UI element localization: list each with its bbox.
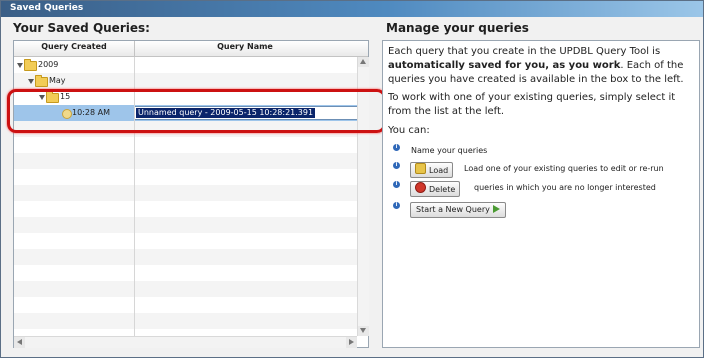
delete-button[interactable]: Delete (410, 181, 461, 197)
scroll-up-icon[interactable] (358, 57, 369, 67)
expand-triangle-icon[interactable] (28, 79, 34, 84)
you-can-label: You can: (388, 125, 430, 136)
saved-queries-heading: Your Saved Queries: (13, 21, 150, 35)
tree-row-month[interactable]: May (14, 73, 357, 89)
load-button[interactable]: Load (410, 162, 454, 178)
action-start-new: i Start a New Query (393, 202, 693, 220)
action-text-delete: queries in which you are no longer inter… (474, 183, 656, 192)
scroll-left-icon[interactable] (14, 337, 25, 348)
saved-queries-window: Saved Queries Your Saved Queries: Manage… (0, 0, 704, 358)
tree-row-year[interactable]: 2009 (14, 57, 357, 73)
table-row (14, 137, 357, 153)
info-icon: i (393, 144, 400, 151)
tree-node-year: 2009 (38, 60, 59, 69)
info-icon: i (393, 162, 400, 169)
table-row (14, 313, 357, 329)
action-text-load: Load one of your existing queries to edi… (464, 164, 664, 173)
table-row (14, 249, 357, 265)
table-row (14, 169, 357, 185)
select-instructions: To work with one of your existing querie… (388, 92, 676, 117)
start-new-query-button[interactable]: Start a New Query (410, 202, 506, 218)
table-row (14, 233, 357, 249)
table-row (14, 185, 357, 201)
table-row (14, 297, 357, 313)
delete-icon (415, 182, 426, 193)
callout-highlight-ring (7, 89, 386, 133)
action-load: i Load Load one of your existing queries… (393, 162, 693, 180)
intro-text-bold: automatically saved for you, as you work (388, 60, 621, 71)
load-button-label: Load (429, 166, 449, 175)
tree-node-month: May (49, 76, 66, 85)
scroll-down-icon[interactable] (358, 326, 369, 336)
window-title: Saved Queries (10, 3, 84, 13)
folder-icon (24, 59, 37, 71)
action-text-name: Name your queries (411, 146, 488, 155)
table-row (14, 281, 357, 297)
table-row (14, 201, 357, 217)
intro-paragraph: Each query that you create in the UPDBL … (388, 45, 694, 87)
expand-triangle-icon[interactable] (17, 63, 23, 68)
delete-button-label: Delete (429, 185, 456, 194)
table-row (14, 217, 357, 233)
column-header-query-name[interactable]: Query Name (135, 42, 355, 51)
info-icon: i (393, 202, 400, 209)
start-new-query-label: Start a New Query (416, 205, 490, 214)
horizontal-scrollbar[interactable] (14, 336, 357, 348)
load-icon (415, 163, 426, 174)
folder-icon (35, 75, 48, 87)
column-header-query-created[interactable]: Query Created (14, 42, 134, 51)
manage-queries-panel: Each query that you create in the UPDBL … (382, 40, 700, 348)
intro-text-start: Each query that you create in the UPDBL … (388, 46, 661, 57)
manage-queries-heading: Manage your queries (386, 21, 529, 35)
action-name-queries: i Name your queries (393, 144, 693, 162)
table-row (14, 265, 357, 281)
info-icon: i (393, 181, 400, 188)
scroll-right-icon[interactable] (346, 337, 357, 348)
queries-tree-grid[interactable]: Query Created Query Name 2009 May 15 10:… (13, 40, 369, 348)
action-delete: i Delete queries in which you are no lon… (393, 181, 693, 199)
grid-header: Query Created Query Name (14, 41, 368, 57)
table-row (14, 329, 357, 336)
title-bar: Saved Queries (1, 1, 703, 17)
arrow-right-icon (492, 205, 500, 213)
table-row (14, 153, 357, 169)
